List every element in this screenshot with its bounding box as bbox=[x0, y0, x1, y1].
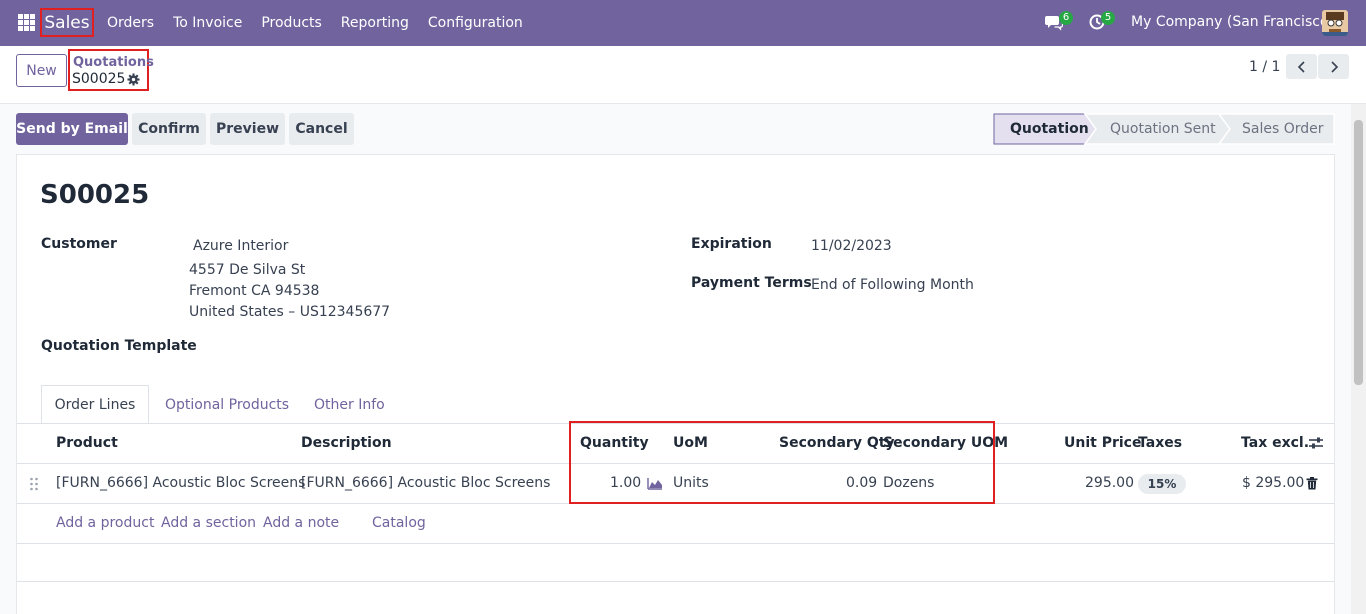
send-by-email-button[interactable]: Send by Email bbox=[16, 113, 128, 145]
add-product-link[interactable]: Add a product bbox=[56, 515, 154, 531]
customer-label: Customer bbox=[41, 236, 117, 252]
chevron-right-icon bbox=[1330, 60, 1338, 73]
column-header-taxes[interactable]: Taxes bbox=[1138, 435, 1182, 451]
pager-previous-button[interactable] bbox=[1286, 54, 1317, 79]
user-avatar[interactable] bbox=[1322, 10, 1348, 36]
breadcrumb-current: S00025 bbox=[72, 71, 126, 87]
customer-address-line-1: 4557 De Silva St bbox=[189, 262, 306, 278]
table-bottom-divider bbox=[17, 543, 1334, 544]
payment-terms-field[interactable]: End of Following Month bbox=[811, 277, 974, 293]
chevron-left-icon bbox=[1297, 60, 1305, 73]
preview-button[interactable]: Preview bbox=[210, 113, 285, 145]
apps-grid-icon[interactable] bbox=[18, 14, 35, 31]
optional-columns-toggle-icon[interactable] bbox=[1308, 436, 1324, 450]
quotation-template-label: Quotation Template bbox=[41, 338, 197, 354]
menu-configuration[interactable]: Configuration bbox=[428, 15, 523, 31]
column-header-description[interactable]: Description bbox=[301, 435, 392, 451]
catalog-link[interactable]: Catalog bbox=[372, 515, 426, 531]
activity-count-badge: 5 bbox=[1101, 11, 1115, 25]
app-name[interactable]: Sales bbox=[40, 8, 94, 37]
control-panel: New Quotations S00025 1 / 1 bbox=[0, 46, 1366, 104]
payment-terms-label: Payment Terms bbox=[691, 275, 812, 291]
menu-to-invoice[interactable]: To Invoice bbox=[173, 15, 242, 31]
column-header-unit-price[interactable]: Unit Price bbox=[1064, 435, 1141, 451]
row-tax-excl: $ 295.00 bbox=[1242, 475, 1305, 491]
expiration-field[interactable]: 11/02/2023 bbox=[811, 238, 892, 254]
status-quotation[interactable]: Quotation bbox=[1010, 121, 1089, 137]
tab-other-info[interactable]: Other Info bbox=[314, 385, 385, 424]
tab-optional-products[interactable]: Optional Products bbox=[165, 385, 289, 424]
main-menu: Orders To Invoice Products Reporting Con… bbox=[107, 0, 542, 46]
table-footer-divider bbox=[17, 581, 1334, 582]
customer-address-line-3: United States – US12345677 bbox=[189, 304, 391, 320]
column-header-product[interactable]: Product bbox=[56, 435, 118, 451]
gear-icon[interactable] bbox=[127, 73, 140, 86]
scrollbar-thumb[interactable] bbox=[1354, 120, 1363, 385]
add-section-link[interactable]: Add a section bbox=[161, 515, 256, 531]
top-navbar: Sales Orders To Invoice Products Reporti… bbox=[0, 0, 1366, 46]
add-note-link[interactable]: Add a note bbox=[263, 515, 339, 531]
confirm-button[interactable]: Confirm bbox=[132, 113, 206, 145]
record-title: S00025 bbox=[40, 180, 150, 210]
new-button[interactable]: New bbox=[16, 54, 67, 87]
status-sales-order[interactable]: Sales Order bbox=[1242, 121, 1324, 137]
row-unit-price[interactable]: 295.00 bbox=[1085, 475, 1134, 491]
pager-value: 1 / 1 bbox=[1249, 59, 1281, 75]
menu-products[interactable]: Products bbox=[261, 15, 321, 31]
expiration-label: Expiration bbox=[691, 236, 772, 252]
drag-handle-icon[interactable] bbox=[29, 477, 39, 491]
page-scrollbar[interactable] bbox=[1351, 104, 1366, 614]
row-tax-badge[interactable]: 15% bbox=[1138, 474, 1186, 494]
menu-orders[interactable]: Orders bbox=[107, 15, 154, 31]
company-switcher[interactable]: My Company (San Francisco) bbox=[1131, 14, 1334, 30]
trash-icon[interactable] bbox=[1306, 477, 1318, 490]
row-description[interactable]: [FURN_6666] Acoustic Bloc Screens bbox=[301, 475, 550, 491]
pager-next-button[interactable] bbox=[1318, 54, 1349, 79]
form-sheet bbox=[16, 154, 1335, 614]
menu-reporting[interactable]: Reporting bbox=[341, 15, 409, 31]
breadcrumb-parent-link[interactable]: Quotations bbox=[73, 55, 154, 70]
chat-count-badge: 6 bbox=[1059, 11, 1073, 25]
customer-name[interactable]: Azure Interior bbox=[193, 238, 288, 254]
column-header-tax-excl[interactable]: Tax excl. bbox=[1241, 435, 1309, 451]
customer-address-line-2: Fremont CA 94538 bbox=[189, 283, 320, 299]
row-product[interactable]: [FURN_6666] Acoustic Bloc Screens bbox=[56, 475, 305, 491]
cancel-button[interactable]: Cancel bbox=[289, 113, 354, 145]
highlight-box bbox=[569, 421, 995, 504]
status-quotation-sent[interactable]: Quotation Sent bbox=[1110, 121, 1216, 137]
tab-order-lines[interactable]: Order Lines bbox=[41, 385, 149, 424]
breadcrumb: Quotations S00025 bbox=[68, 49, 154, 91]
